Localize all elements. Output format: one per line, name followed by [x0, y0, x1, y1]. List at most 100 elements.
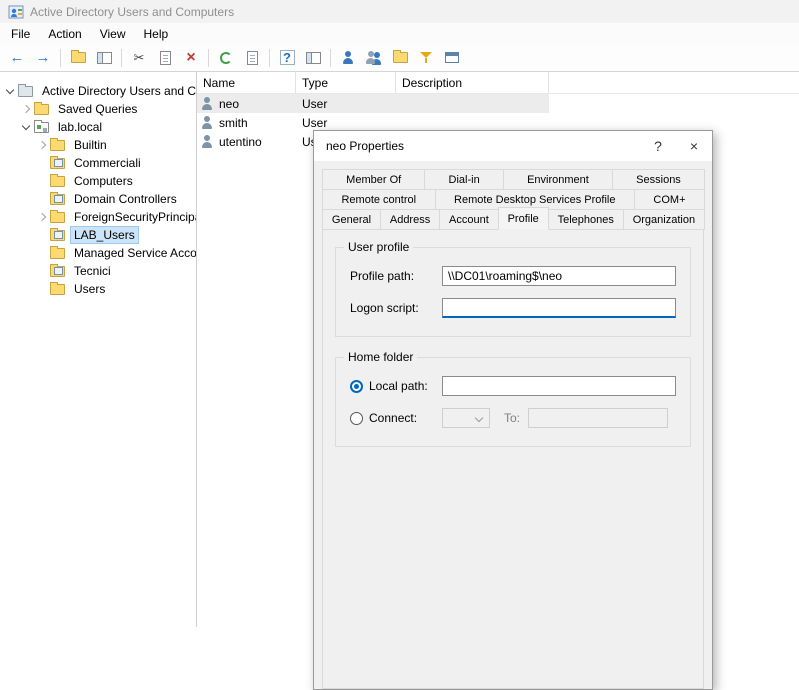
advanced-button[interactable]	[440, 46, 464, 69]
drive-letter-select[interactable]	[442, 408, 490, 428]
connect-to-input[interactable]	[528, 408, 668, 428]
refresh-button[interactable]	[214, 46, 238, 69]
local-path-label: Local path:	[369, 379, 442, 393]
tree-item-commerciali[interactable]: Commerciali	[0, 154, 196, 172]
new-ou-icon	[393, 52, 408, 63]
new-ou-button[interactable]	[388, 46, 412, 69]
tree-item-lab-users[interactable]: LAB_Users	[0, 226, 196, 244]
dialog-help-button[interactable]: ?	[640, 131, 676, 161]
expander-icon[interactable]	[20, 103, 32, 115]
filter-icon	[419, 51, 433, 64]
cut-icon: ✂	[134, 51, 145, 64]
tree-item-label: Domain Controllers	[70, 190, 181, 208]
logon-script-input[interactable]	[442, 298, 676, 318]
export-list-button[interactable]	[240, 46, 264, 69]
export-list-icon	[247, 51, 258, 65]
menu-help[interactable]: Help	[135, 23, 178, 44]
tab-remote-control[interactable]: Remote control	[322, 189, 436, 210]
menu-action[interactable]: Action	[39, 23, 90, 44]
forward-button[interactable]: →	[31, 46, 55, 69]
tab-telephones[interactable]: Telephones	[548, 209, 624, 230]
tree-item-users[interactable]: Users	[0, 280, 196, 298]
tab-address[interactable]: Address	[380, 209, 440, 230]
tab-account[interactable]: Account	[439, 209, 499, 230]
expander-icon[interactable]	[4, 85, 16, 97]
tab-general[interactable]: General	[322, 209, 381, 230]
tree-item-tecnici[interactable]: Tecnici	[0, 262, 196, 280]
back-button[interactable]: ←	[5, 46, 29, 69]
local-path-radio[interactable]	[350, 380, 363, 393]
tree-item-managed-service-accounts[interactable]: Managed Service Accou	[0, 244, 196, 262]
toolbar-separator	[330, 49, 331, 67]
paste-button[interactable]	[153, 46, 177, 69]
list-header: Name Type Description	[197, 72, 799, 94]
new-user-icon	[366, 51, 382, 65]
directory-icon	[18, 86, 33, 97]
tree-item-label: Builtin	[70, 136, 111, 154]
expander-icon[interactable]	[20, 121, 32, 133]
help-icon: ?	[280, 50, 295, 65]
list-row-neo[interactable]: neo User	[197, 94, 549, 113]
add-user-to-group-button[interactable]	[336, 46, 360, 69]
folder-up-icon	[71, 52, 86, 63]
column-header-description[interactable]: Description	[396, 72, 549, 93]
type-cell: User	[296, 116, 396, 130]
tree-item-builtin[interactable]: Builtin	[0, 136, 196, 154]
delete-button[interactable]: ×	[179, 46, 203, 69]
tree-item-lab-local[interactable]: lab.local	[0, 118, 196, 136]
column-header-type[interactable]: Type	[296, 72, 396, 93]
tree-item-foreign-security-principals[interactable]: ForeignSecurityPrincipals	[0, 208, 196, 226]
help-button[interactable]: ?	[275, 46, 299, 69]
ou-folder-icon	[50, 194, 65, 205]
tab-organization[interactable]: Organization	[623, 209, 705, 230]
connect-radio[interactable]	[350, 412, 363, 425]
back-icon: ←	[10, 50, 25, 65]
user-name: neo	[219, 97, 239, 111]
menu-bar: File Action View Help	[0, 23, 799, 44]
delete-icon: ×	[186, 50, 195, 66]
user-name: smith	[219, 116, 248, 130]
tree-item-label: Saved Queries	[54, 100, 141, 118]
tab-row-1: Member Of Dial-in Environment Sessions	[322, 169, 704, 189]
tab-member-of[interactable]: Member Of	[322, 169, 425, 190]
folder-icon	[50, 212, 65, 223]
expander-icon[interactable]	[36, 139, 48, 151]
menu-file[interactable]: File	[2, 23, 39, 44]
user-profile-groupbox: User profile Profile path: Logon script:	[335, 247, 691, 337]
tree-item-label: Active Directory Users and Com	[38, 82, 197, 100]
tab-sessions[interactable]: Sessions	[612, 169, 705, 190]
show-console-tree-button[interactable]	[92, 46, 116, 69]
tree-item-saved-queries[interactable]: Saved Queries	[0, 100, 196, 118]
properties-button[interactable]	[301, 46, 325, 69]
menu-view[interactable]: View	[91, 23, 135, 44]
type-cell: User	[296, 97, 396, 111]
profile-path-input[interactable]	[442, 266, 676, 286]
tab-profile[interactable]: Profile	[498, 207, 549, 230]
tree-item-domain-controllers[interactable]: Domain Controllers	[0, 190, 196, 208]
window-icon	[445, 52, 459, 63]
local-path-input[interactable]	[442, 376, 676, 396]
expander-icon[interactable]	[36, 211, 48, 223]
expander-spacer	[36, 229, 48, 241]
tab-dial-in[interactable]: Dial-in	[424, 169, 504, 190]
dialog-close-button[interactable]: ×	[676, 131, 712, 161]
home-folder-legend: Home folder	[344, 350, 417, 364]
console-tree-icon	[97, 52, 112, 64]
expander-spacer	[36, 175, 48, 187]
new-user-button[interactable]	[362, 46, 386, 69]
up-one-level-button[interactable]	[66, 46, 90, 69]
ou-folder-icon	[50, 158, 65, 169]
dialog-body: Member Of Dial-in Environment Sessions R…	[314, 161, 712, 689]
tab-com-plus[interactable]: COM+	[634, 189, 705, 210]
cut-button[interactable]: ✂	[127, 46, 151, 69]
toolbar-separator	[269, 49, 270, 67]
tree-item-root[interactable]: Active Directory Users and Com	[0, 82, 196, 100]
folder-icon	[50, 248, 65, 259]
user-icon	[201, 135, 214, 148]
column-header-name[interactable]: Name	[197, 72, 296, 93]
set-filter-button[interactable]	[414, 46, 438, 69]
expander-spacer	[36, 283, 48, 295]
connect-label: Connect:	[369, 411, 442, 425]
tab-environment[interactable]: Environment	[503, 169, 613, 190]
tree-item-computers[interactable]: Computers	[0, 172, 196, 190]
